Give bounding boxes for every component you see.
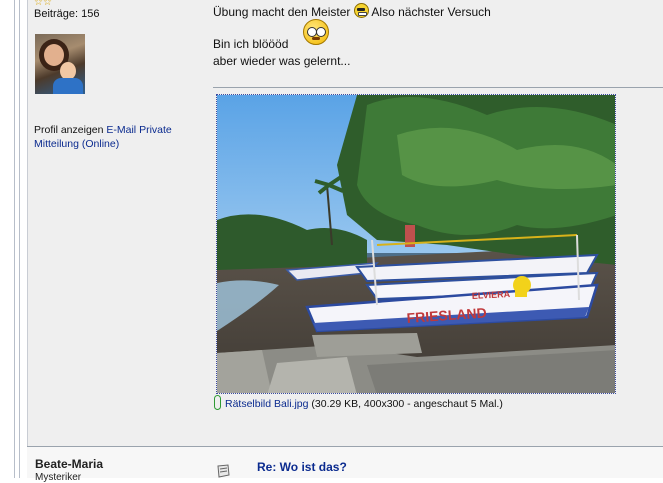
beach-boats-photo: FRIESLAND ELVIERA [217, 95, 615, 393]
boat-name-small: ELVIERA [472, 289, 511, 301]
message-line-1: Übung macht den Meister Also nächster Ve… [213, 3, 491, 19]
next-post-author[interactable]: Beate-Maria [35, 457, 103, 471]
message-text-a: Übung macht den Meister [213, 5, 351, 19]
frame-border-inner [19, 0, 20, 478]
message-line-2: Bin ich blöööd [213, 37, 289, 51]
grin-smiley-icon [353, 3, 369, 18]
profile-link[interactable]: Profil anzeigen [34, 124, 103, 136]
dizzy-smiley-icon [303, 19, 329, 45]
attachment-row: Rätselbild Bali.jpg (30.29 KB, 400x300 -… [214, 395, 503, 410]
rank-stars-icon: ☆☆ [34, 0, 52, 8]
online-status[interactable]: (Online) [82, 138, 119, 150]
post-divider-left [27, 0, 28, 478]
paperclip-icon [214, 395, 221, 410]
attachment-info: (30.29 KB, 400x300 - angeschaut 5 Mal.) [311, 398, 503, 410]
avatar-shirt [53, 78, 83, 94]
email-link[interactable]: E-Mail [106, 124, 136, 136]
message-text-b: Also nächster Versuch [371, 5, 491, 19]
attachment-link[interactable]: Rätselbild Bali.jpg [225, 398, 308, 410]
post-count: Beiträge: 156 [34, 8, 100, 20]
message-line-3: aber wieder was gelernt... [213, 54, 351, 68]
post-message-icon [217, 464, 230, 478]
message-separator [213, 87, 663, 88]
attachment-image[interactable]: FRIESLAND ELVIERA [216, 94, 616, 394]
avatar[interactable] [35, 34, 85, 94]
profile-links: Profil anzeigen E-Mail Private Mitteilun… [34, 123, 184, 151]
avatar-face [44, 44, 64, 66]
frame-border-outer [14, 0, 15, 478]
next-post-subject[interactable]: Re: Wo ist das? [257, 460, 347, 474]
